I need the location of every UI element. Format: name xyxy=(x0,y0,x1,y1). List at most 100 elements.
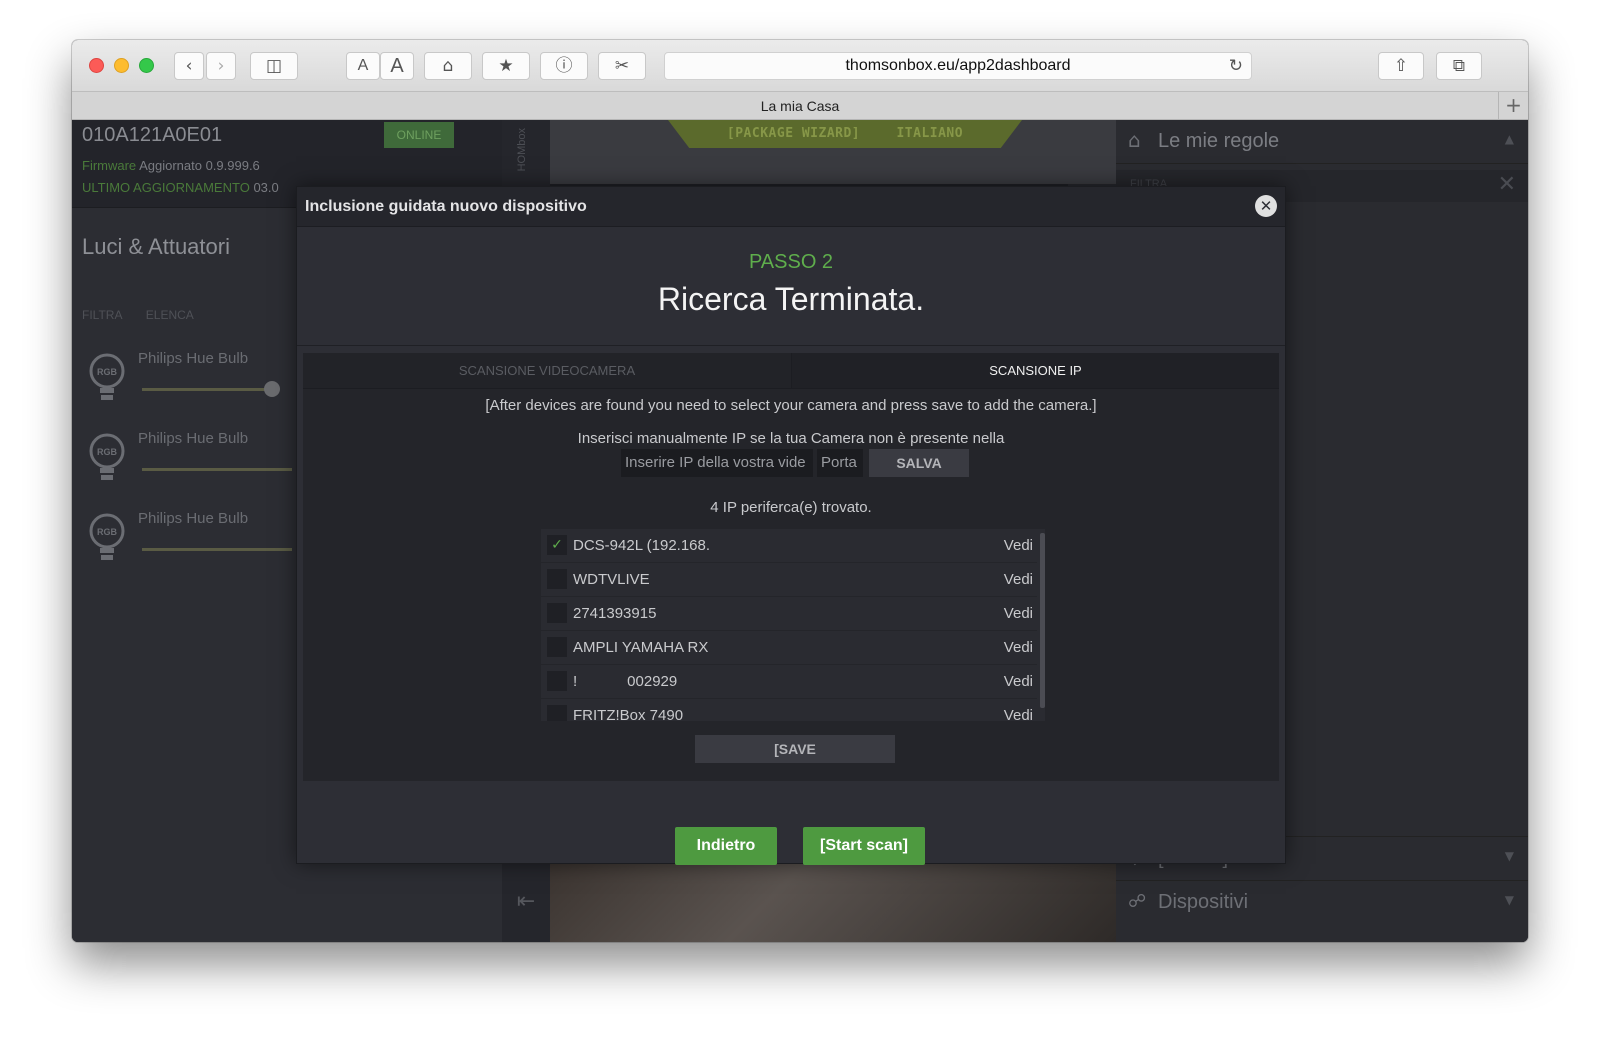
share-nodes-icon: ☍ xyxy=(1128,891,1147,912)
checkbox[interactable] xyxy=(547,603,567,623)
checkbox[interactable] xyxy=(547,637,567,657)
bulb-icon: RGB xyxy=(89,513,125,560)
chevron-down-icon: ▼ xyxy=(1504,893,1514,907)
browser-toolbar: ‹ › ◫ A A ⌂ ★ ⓘ ✂ thomsonbox.eu/app2dash… xyxy=(72,40,1528,92)
tab-ip-scan[interactable]: SCANSIONE IP xyxy=(791,353,1279,389)
list-link[interactable]: ELENCA xyxy=(146,308,194,322)
share-icon[interactable]: ⇧ xyxy=(1378,52,1424,80)
list-item[interactable]: FRITZ!Box 7490 Vedi xyxy=(541,699,1037,721)
last-update-line: ULTIMO AGGIORNAMENTO 03.0 xyxy=(82,180,279,195)
view-link[interactable]: Vedi xyxy=(1004,707,1033,721)
list-item[interactable]: AMPLI YAMAHA RX Vedi xyxy=(541,631,1037,665)
rgb-label: RGB xyxy=(97,367,118,377)
bookmark-star-icon[interactable]: ★ xyxy=(482,52,530,80)
view-link[interactable]: Vedi xyxy=(1004,639,1033,656)
tab-camera-scan[interactable]: SCANSIONE VIDEOCAMERA xyxy=(303,353,791,389)
sidebar-icon[interactable]: ◫ xyxy=(250,52,298,80)
wizard-label[interactable]: [PACKAGE WIZARD] xyxy=(727,126,860,141)
device-id: 010A121A0E01 xyxy=(82,124,223,146)
home-icon[interactable]: ⌂ xyxy=(424,52,472,80)
address-bar[interactable]: thomsonbox.eu/app2dashboard ↻ xyxy=(664,52,1252,80)
bulb-icon: RGB xyxy=(89,353,125,400)
reload-icon[interactable]: ↻ xyxy=(1229,53,1243,79)
view-link[interactable]: Vedi xyxy=(1004,605,1033,622)
device-list: ✓ DCS-942L (192.168. Vedi WDTVLIVE Vedi … xyxy=(541,529,1045,721)
zoom-window-button[interactable] xyxy=(139,58,154,73)
ip-address-input[interactable]: Inserire IP della vostra vide xyxy=(621,449,813,477)
language-label[interactable]: ITALIANO xyxy=(896,126,963,141)
devices-row[interactable]: ☍ Dispositivi ▼ xyxy=(1116,880,1528,924)
salva-button[interactable]: SALVA xyxy=(869,449,969,477)
exit-icon[interactable]: ⇤ xyxy=(512,888,540,916)
firmware-value: Aggiornato 0.9.999.6 xyxy=(139,158,260,173)
view-link[interactable]: Vedi xyxy=(1004,571,1033,588)
checkbox[interactable] xyxy=(547,569,567,589)
slider-handle[interactable] xyxy=(264,381,280,397)
close-icon[interactable]: ✕ xyxy=(1255,195,1277,217)
text-smaller-button[interactable]: A xyxy=(346,52,380,80)
checkbox[interactable] xyxy=(547,705,567,721)
device-name: Philips Hue Bulb xyxy=(138,430,249,447)
list-item[interactable]: WDTVLIVE Vedi xyxy=(541,563,1037,597)
manual-ip-hint: Inserisci manualmente IP se la tua Camer… xyxy=(577,430,1005,447)
view-link[interactable]: Vedi xyxy=(1004,537,1033,554)
firmware-line: Firmware Aggiornato 0.9.999.6 xyxy=(82,158,260,173)
back-icon[interactable]: ‹ xyxy=(174,52,204,80)
modal-title: Inclusione guidata nuovo dispositivo xyxy=(305,198,587,215)
found-count: 4 IP periferca(e) trovato. xyxy=(710,499,872,516)
rgb-label: RGB xyxy=(97,527,118,537)
port-input[interactable]: Porta xyxy=(817,449,863,477)
brightness-slider[interactable] xyxy=(142,548,292,551)
list-scrollbar[interactable] xyxy=(1040,533,1045,708)
text-larger-button[interactable]: A xyxy=(380,52,414,80)
close-window-button[interactable] xyxy=(89,58,104,73)
brightness-slider[interactable] xyxy=(142,388,272,391)
wizard-banner: [PACKAGE WIZARD] ITALIANO xyxy=(550,120,1116,184)
device-name: WDTVLIVE xyxy=(573,571,650,588)
device-name: 2741393915 xyxy=(573,605,657,622)
close-icon[interactable]: ✕ xyxy=(1498,172,1516,197)
home-icon: ⌂ xyxy=(1128,128,1141,152)
list-item[interactable]: ✓ DCS-942L (192.168. Vedi xyxy=(541,529,1037,563)
filter-link[interactable]: FILTRA xyxy=(82,308,122,322)
last-update-value: 03.0 xyxy=(253,180,279,195)
chevron-down-icon: ▼ xyxy=(1504,849,1514,863)
checkbox[interactable] xyxy=(547,671,567,691)
start-scan-button[interactable]: [Start scan] xyxy=(803,827,925,865)
info-icon[interactable]: ⓘ xyxy=(540,52,588,80)
device-name: DCS-942L (192.168. xyxy=(573,537,711,554)
filter-links: FILTRA ELENCA xyxy=(82,308,214,322)
list-item[interactable]: ! 002929 Vedi xyxy=(541,665,1037,699)
device-name: Philips Hue Bulb xyxy=(138,350,249,367)
save-button[interactable]: [SAVE xyxy=(695,735,895,763)
modal-header: Inclusione guidata nuovo dispositivo ✕ xyxy=(297,187,1285,227)
device-name: FRITZ!Box 7490 xyxy=(573,707,684,721)
forward-icon[interactable]: › xyxy=(206,52,236,80)
side-label: HOMbox xyxy=(516,128,528,172)
clip-icon[interactable]: ✂ xyxy=(598,52,646,80)
checkbox[interactable]: ✓ xyxy=(547,535,567,555)
chevron-up-icon: ▲ xyxy=(1504,132,1514,146)
rules-header[interactable]: ⌂ Le mie regole ▲ xyxy=(1116,120,1528,164)
list-item[interactable]: 2741393915 Vedi xyxy=(541,597,1037,631)
tab-bar: La mia Casa + xyxy=(72,92,1528,120)
scan-panel: SCANSIONE VIDEOCAMERA SCANSIONE IP [Afte… xyxy=(303,353,1279,781)
section-title: Luci & Attuatori xyxy=(82,234,230,259)
brightness-slider[interactable] xyxy=(142,468,292,471)
instructions-note: [After devices are found you need to sel… xyxy=(485,397,1097,414)
status-badge: ONLINE xyxy=(384,122,454,148)
wizard-modal: Inclusione guidata nuovo dispositivo ✕ P… xyxy=(296,186,1286,865)
wizard-ribbon: [PACKAGE WIZARD] ITALIANO xyxy=(668,120,1022,148)
url-text: thomsonbox.eu/app2dashboard xyxy=(845,57,1071,74)
rules-title: Le mie regole xyxy=(1158,130,1280,152)
tabs-overview-icon[interactable]: ⧉ xyxy=(1436,52,1482,80)
minimize-window-button[interactable] xyxy=(114,58,129,73)
tab-title[interactable]: La mia Casa xyxy=(761,98,840,114)
browser-window: ‹ › ◫ A A ⌂ ★ ⓘ ✂ thomsonbox.eu/app2dash… xyxy=(72,40,1528,942)
back-button[interactable]: Indietro xyxy=(675,827,777,865)
new-tab-icon[interactable]: + xyxy=(1498,92,1528,120)
rgb-label: RGB xyxy=(97,447,118,457)
divider xyxy=(297,345,1285,346)
bulb-icon: RGB xyxy=(89,433,125,480)
view-link[interactable]: Vedi xyxy=(1004,673,1033,690)
